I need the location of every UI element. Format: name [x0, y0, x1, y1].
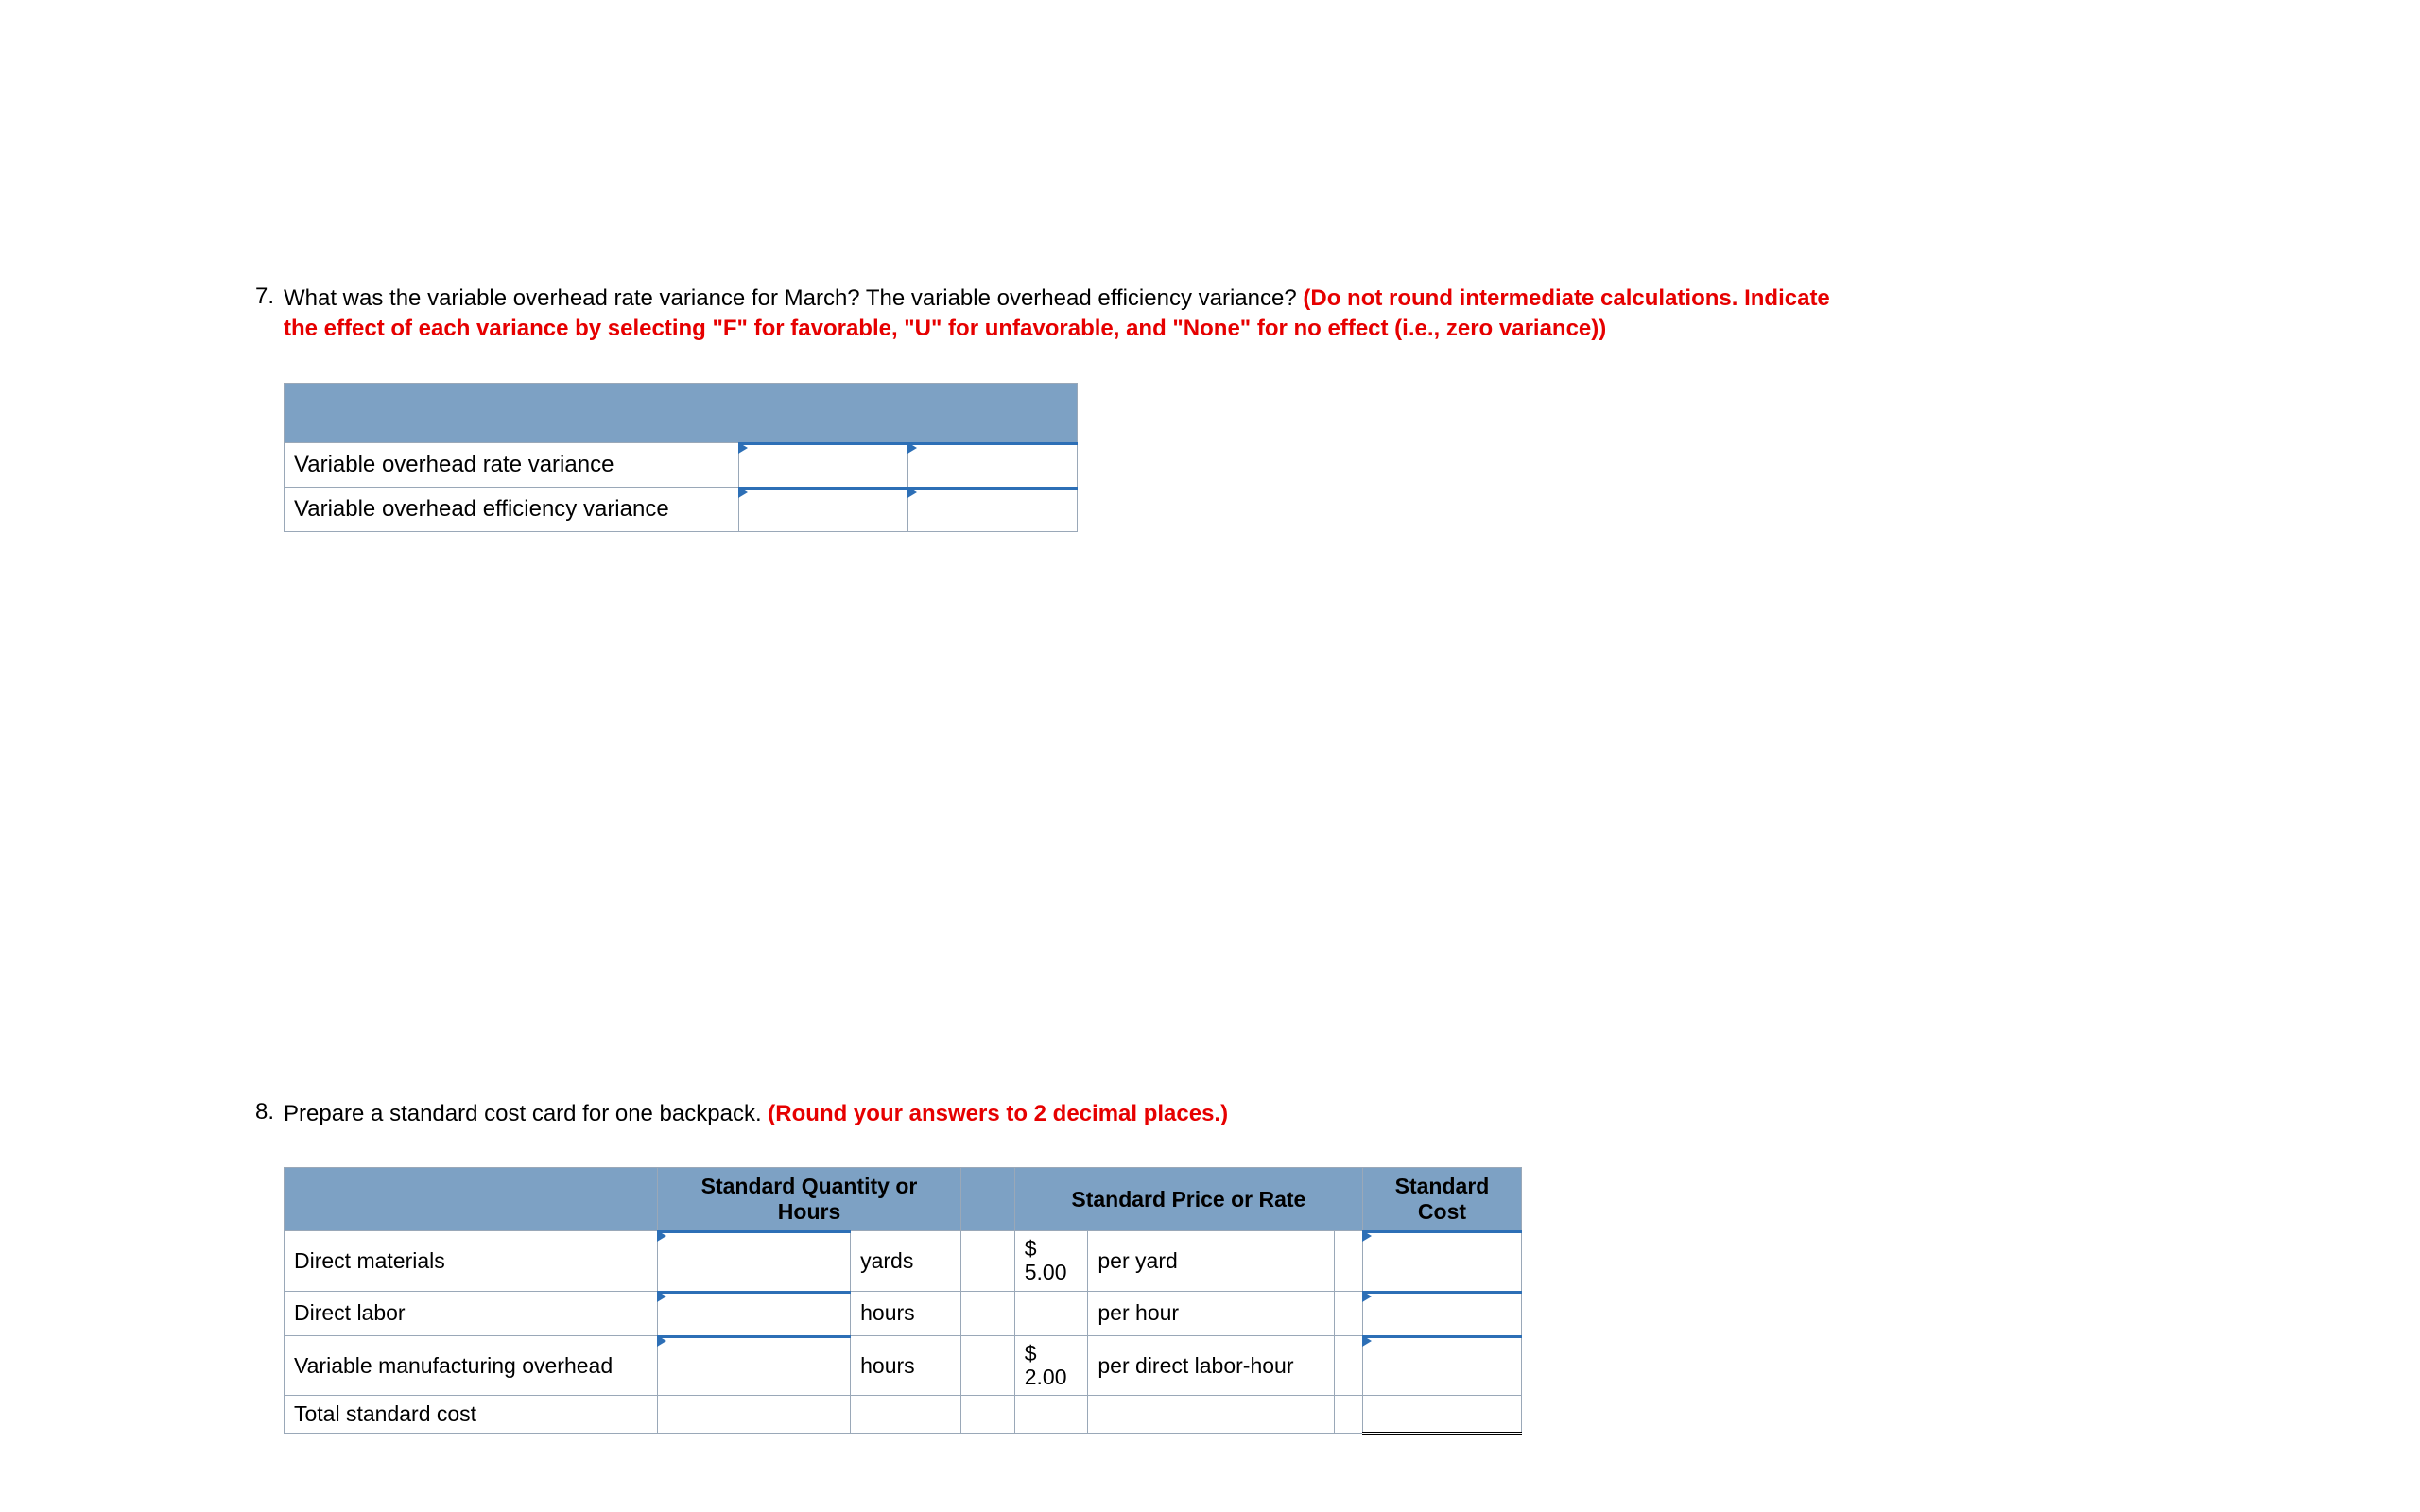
spacer	[1014, 1396, 1088, 1434]
question-number: 8.	[227, 1099, 284, 1435]
cost-input[interactable]	[1362, 1291, 1521, 1335]
qty-unit: hours	[851, 1335, 961, 1396]
rate-value: $ 2.00	[1014, 1335, 1088, 1396]
row-label: Direct materials	[285, 1231, 658, 1292]
row-label: Direct labor	[285, 1291, 658, 1335]
table-header-row	[285, 383, 1078, 442]
spacer	[960, 1335, 1014, 1396]
spacer	[658, 1396, 851, 1434]
spacer	[1335, 1396, 1363, 1434]
cost-input[interactable]	[1362, 1335, 1521, 1396]
cost-input[interactable]	[1362, 1231, 1521, 1292]
spacer	[960, 1396, 1014, 1434]
rate-value	[1014, 1291, 1088, 1335]
table-header-row: Standard Quantity or Hours Standard Pric…	[285, 1168, 1522, 1231]
col-rate: Standard Price or Rate	[1014, 1168, 1362, 1231]
question-body: What was the variable overhead rate vari…	[284, 284, 1853, 532]
q7-prompt: What was the variable overhead rate vari…	[284, 285, 1297, 311]
rate-amount: 2.00	[1025, 1366, 1079, 1389]
q8-instructions: (Round your answers to 2 decimal places.…	[768, 1101, 1228, 1126]
table-total-row: Total standard cost	[285, 1396, 1522, 1434]
total-label: Total standard cost	[285, 1396, 658, 1434]
spacer	[1335, 1335, 1363, 1396]
col-qty: Standard Quantity or Hours	[658, 1168, 961, 1231]
q7-table: Variable overhead rate variance Variable…	[284, 383, 1078, 532]
row-label: Variable overhead rate variance	[285, 442, 739, 487]
question-body: Prepare a standard cost card for one bac…	[284, 1099, 1853, 1435]
rate-unit: per direct labor-hour	[1088, 1335, 1335, 1396]
question-7: 7. What was the variable overhead rate v…	[227, 284, 1853, 532]
currency-symbol: $	[1025, 1237, 1079, 1261]
variance-effect-input[interactable]	[908, 487, 1078, 531]
question-8: 8. Prepare a standard cost card for one …	[227, 1099, 1853, 1435]
q8-prompt: Prepare a standard cost card for one bac…	[284, 1101, 762, 1126]
variance-amount-input[interactable]	[739, 442, 908, 487]
table-row: Variable overhead rate variance	[285, 442, 1078, 487]
spacer	[1088, 1396, 1335, 1434]
question-number: 7.	[227, 284, 284, 532]
spacer	[851, 1396, 961, 1434]
rate-unit: per yard	[1088, 1231, 1335, 1292]
qty-input[interactable]	[658, 1335, 851, 1396]
variance-amount-input[interactable]	[739, 487, 908, 531]
spacer	[1335, 1291, 1363, 1335]
table-row: Direct labor hours per hour	[285, 1291, 1522, 1335]
q8-table: Standard Quantity or Hours Standard Pric…	[284, 1167, 1522, 1435]
row-label: Variable manufacturing overhead	[285, 1335, 658, 1396]
table-row: Variable overhead efficiency variance	[285, 487, 1078, 531]
rate-amount: 5.00	[1025, 1261, 1079, 1284]
currency-symbol: $	[1025, 1342, 1079, 1366]
total-cost-cell	[1362, 1396, 1521, 1434]
row-label: Variable overhead efficiency variance	[285, 487, 739, 531]
spacer	[1335, 1231, 1363, 1292]
rate-unit: per hour	[1088, 1291, 1335, 1335]
qty-input[interactable]	[658, 1291, 851, 1335]
question-text: Prepare a standard cost card for one bac…	[284, 1099, 1853, 1129]
spacer	[960, 1231, 1014, 1292]
qty-unit: yards	[851, 1231, 961, 1292]
spacer	[960, 1291, 1014, 1335]
col-cost: Standard Cost	[1362, 1168, 1521, 1231]
table-row: Direct materials yards $ 5.00 per yard	[285, 1231, 1522, 1292]
variance-effect-input[interactable]	[908, 442, 1078, 487]
qty-unit: hours	[851, 1291, 961, 1335]
qty-input[interactable]	[658, 1231, 851, 1292]
rate-value: $ 5.00	[1014, 1231, 1088, 1292]
table-row: Variable manufacturing overhead hours $ …	[285, 1335, 1522, 1396]
question-text: What was the variable overhead rate vari…	[284, 284, 1853, 345]
